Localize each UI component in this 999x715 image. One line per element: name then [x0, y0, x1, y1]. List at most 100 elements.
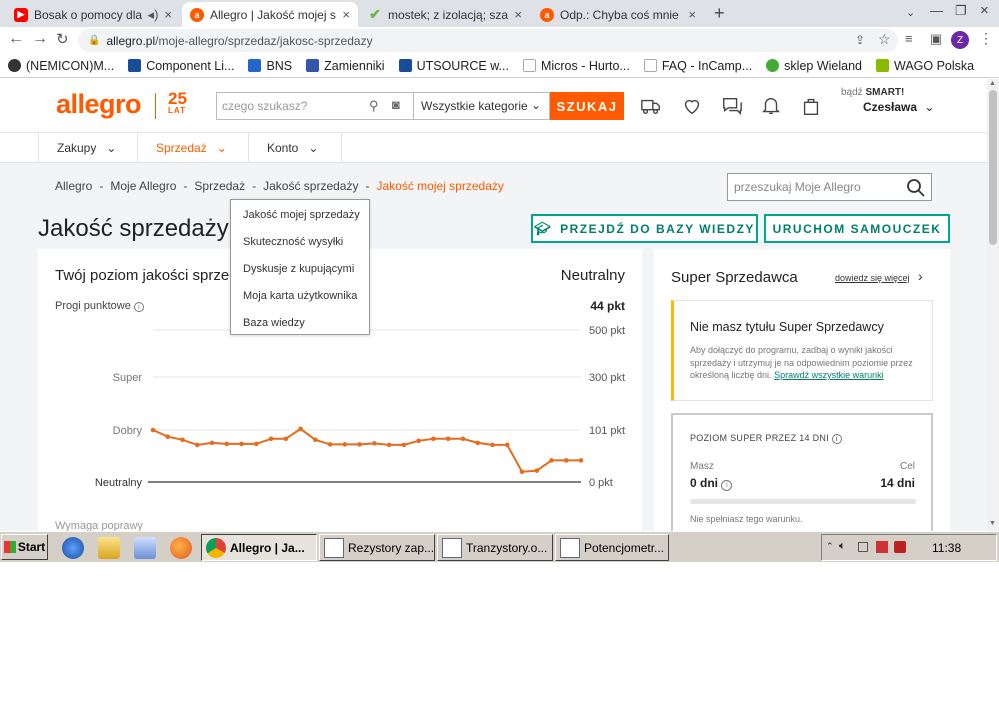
- menu-item-discussions[interactable]: Dyskusje z kupującymi: [243, 263, 354, 275]
- address-bar[interactable]: 🔒 allegro.pl/moje-allegro/sprzedaz/jakos…: [78, 29, 898, 52]
- side-panel-icon[interactable]: ▣: [930, 31, 942, 47]
- data-point: [401, 442, 407, 448]
- new-tab-button[interactable]: +: [714, 3, 725, 24]
- tutorial-button[interactable]: URUCHOM SAMOUCZEK: [764, 214, 950, 243]
- search-icon[interactable]: [906, 178, 926, 198]
- level-label: Dobry: [113, 425, 143, 437]
- tick-label: 300 pkt: [589, 372, 625, 384]
- scroll-down-icon[interactable]: ▼: [989, 520, 996, 527]
- category-select[interactable]: Wszystkie kategorie ⌄: [414, 92, 550, 120]
- breadcrumb-item[interactable]: Sprzedaż: [194, 179, 245, 193]
- camera-icon[interactable]: ◙: [392, 97, 400, 112]
- cart-icon[interactable]: [800, 95, 822, 117]
- delivery-truck-icon[interactable]: [640, 95, 662, 117]
- minimize-button[interactable]: —: [930, 3, 943, 18]
- window-close-button[interactable]: ×: [980, 2, 989, 19]
- graduation-cap-icon: 🎓︎: [534, 220, 553, 236]
- tab-mostek[interactable]: ✔ mostek; z izolacją; szary ×: [360, 2, 530, 27]
- back-button[interactable]: ←: [8, 30, 24, 48]
- taskbar-item-potencjometr[interactable]: Potencjometr...: [555, 534, 669, 561]
- taskbar-item-tranzystory[interactable]: Tranzystory.o...: [437, 534, 553, 561]
- search-button[interactable]: SZUKAJ: [550, 92, 624, 120]
- close-icon[interactable]: ×: [342, 7, 350, 22]
- close-icon[interactable]: ×: [164, 7, 172, 22]
- bookmark-star-icon[interactable]: ☆: [878, 31, 891, 48]
- taskbar-item-allegro[interactable]: Allegro | Ja...: [201, 534, 317, 561]
- network-icon[interactable]: [858, 542, 868, 552]
- reading-list-icon[interactable]: ≡: [905, 31, 913, 46]
- breadcrumb-current: Jakość mojej sprzedaży: [376, 179, 504, 193]
- breadcrumb-item[interactable]: Moje Allegro: [110, 179, 176, 193]
- bns-icon: [248, 59, 262, 72]
- conditions-link[interactable]: Sprawdź wszystkie warunki: [774, 370, 884, 380]
- messages-icon[interactable]: [721, 95, 743, 117]
- folder-icon[interactable]: [98, 537, 120, 559]
- profile-avatar[interactable]: Z: [951, 31, 969, 49]
- goal-value: 14 dni: [880, 476, 915, 490]
- progress-track: [690, 499, 916, 504]
- start-button[interactable]: Start: [1, 534, 48, 560]
- subnav-konto[interactable]: Konto ⌄: [249, 133, 342, 163]
- user-menu[interactable]: Czesława ⌄: [863, 100, 934, 114]
- tray-expand-icon[interactable]: ⌃: [826, 541, 834, 552]
- firefox-icon[interactable]: [170, 537, 192, 559]
- share-icon[interactable]: ⇪: [855, 33, 865, 47]
- bookmark-utsource[interactable]: UTSOURCE w...: [398, 59, 509, 73]
- chrome-icon: [206, 537, 226, 558]
- breadcrumb-item[interactable]: Allegro: [55, 179, 92, 193]
- tab-bosak[interactable]: ▶ Bosak o pomocy dla l ◂) ×: [6, 2, 180, 27]
- security-alert-icon[interactable]: [876, 541, 888, 553]
- data-point: [357, 442, 362, 447]
- notice-text: Aby dołączyć do programu, zadbaj o wynik…: [690, 345, 913, 380]
- tab-allegro[interactable]: a Allegro | Jakość mojej sp ×: [182, 2, 358, 27]
- antivirus-icon[interactable]: [894, 541, 906, 553]
- volume-icon[interactable]: 🔈︎: [839, 540, 846, 553]
- menu-item-quality[interactable]: Jakość mojej sprzedaży: [243, 209, 360, 221]
- bookmark-zamienniki[interactable]: Zamienniki: [306, 59, 385, 73]
- forward-button[interactable]: →: [32, 30, 48, 48]
- heart-icon[interactable]: [681, 95, 703, 117]
- tab-search-icon[interactable]: ⌄: [906, 6, 915, 19]
- bookmark-wago[interactable]: WAGO Polska: [876, 59, 974, 73]
- bookmark-wieland[interactable]: sklep Wieland: [766, 59, 862, 73]
- condition-text: Nie spełniasz tego warunku.: [690, 514, 803, 524]
- smart-promo[interactable]: bądź SMART!: [841, 87, 904, 98]
- chevron-right-icon[interactable]: ›: [918, 268, 923, 284]
- menu-item-user-card[interactable]: Moja karta użytkownika: [243, 290, 357, 302]
- tab-odp[interactable]: a Odp.: Chyba coś mnie o ×: [532, 2, 704, 27]
- voice-search-icon[interactable]: ⚲: [369, 98, 379, 114]
- bookmark-component[interactable]: Component Li...: [128, 59, 234, 73]
- search-input[interactable]: czego szukasz? ⚲ ◙: [216, 92, 414, 120]
- internet-explorer-icon[interactable]: [62, 537, 84, 559]
- menu-icon[interactable]: ⋮: [979, 30, 993, 47]
- bookmark-faq[interactable]: FAQ - InCamp...: [643, 59, 752, 73]
- data-point: [578, 458, 584, 463]
- close-icon[interactable]: ×: [514, 7, 522, 22]
- account-search-input[interactable]: przeszukaj Moje Allegro: [727, 173, 932, 201]
- menu-item-shipping[interactable]: Skuteczność wysyłki: [243, 236, 343, 248]
- scrollbar-thumb[interactable]: [989, 90, 997, 245]
- data-point: [194, 442, 200, 448]
- allegro-logo[interactable]: allegro: [56, 89, 142, 120]
- breadcrumb-item[interactable]: Jakość sprzedaży: [263, 179, 358, 193]
- media-player-icon[interactable]: [134, 537, 156, 559]
- bookmark-bns[interactable]: BNS: [248, 59, 292, 73]
- knowledge-base-button[interactable]: 🎓︎ PRZEJDŹ DO BAZY WIEDZY: [531, 214, 758, 243]
- scroll-up-icon[interactable]: ▲: [989, 80, 996, 87]
- allegro-favicon-icon: a: [540, 7, 554, 22]
- subnav-zakupy[interactable]: Zakupy ⌄: [38, 133, 138, 163]
- subnav-sprzedaz[interactable]: Sprzedaż ⌄: [138, 133, 249, 163]
- bell-icon[interactable]: [760, 95, 782, 117]
- taskbar-item-rezystory[interactable]: Rezystory zap...: [319, 534, 435, 561]
- data-point: [268, 436, 274, 442]
- bookmark-micros[interactable]: Micros - Hurto...: [522, 59, 630, 73]
- learn-more-link[interactable]: dowiedz się więcej: [835, 273, 910, 283]
- maximize-button[interactable]: ❐: [955, 3, 967, 19]
- info-icon: i: [721, 480, 733, 491]
- tab-title: Allegro | Jakość mojej sp: [210, 7, 337, 22]
- menu-item-knowledge-base[interactable]: Baza wiedzy: [243, 317, 305, 329]
- close-icon[interactable]: ×: [688, 7, 696, 22]
- reload-button[interactable]: ↻: [56, 30, 69, 48]
- component-icon: [128, 59, 142, 72]
- bookmark-nemicon[interactable]: (NEMICON)M...: [8, 59, 114, 73]
